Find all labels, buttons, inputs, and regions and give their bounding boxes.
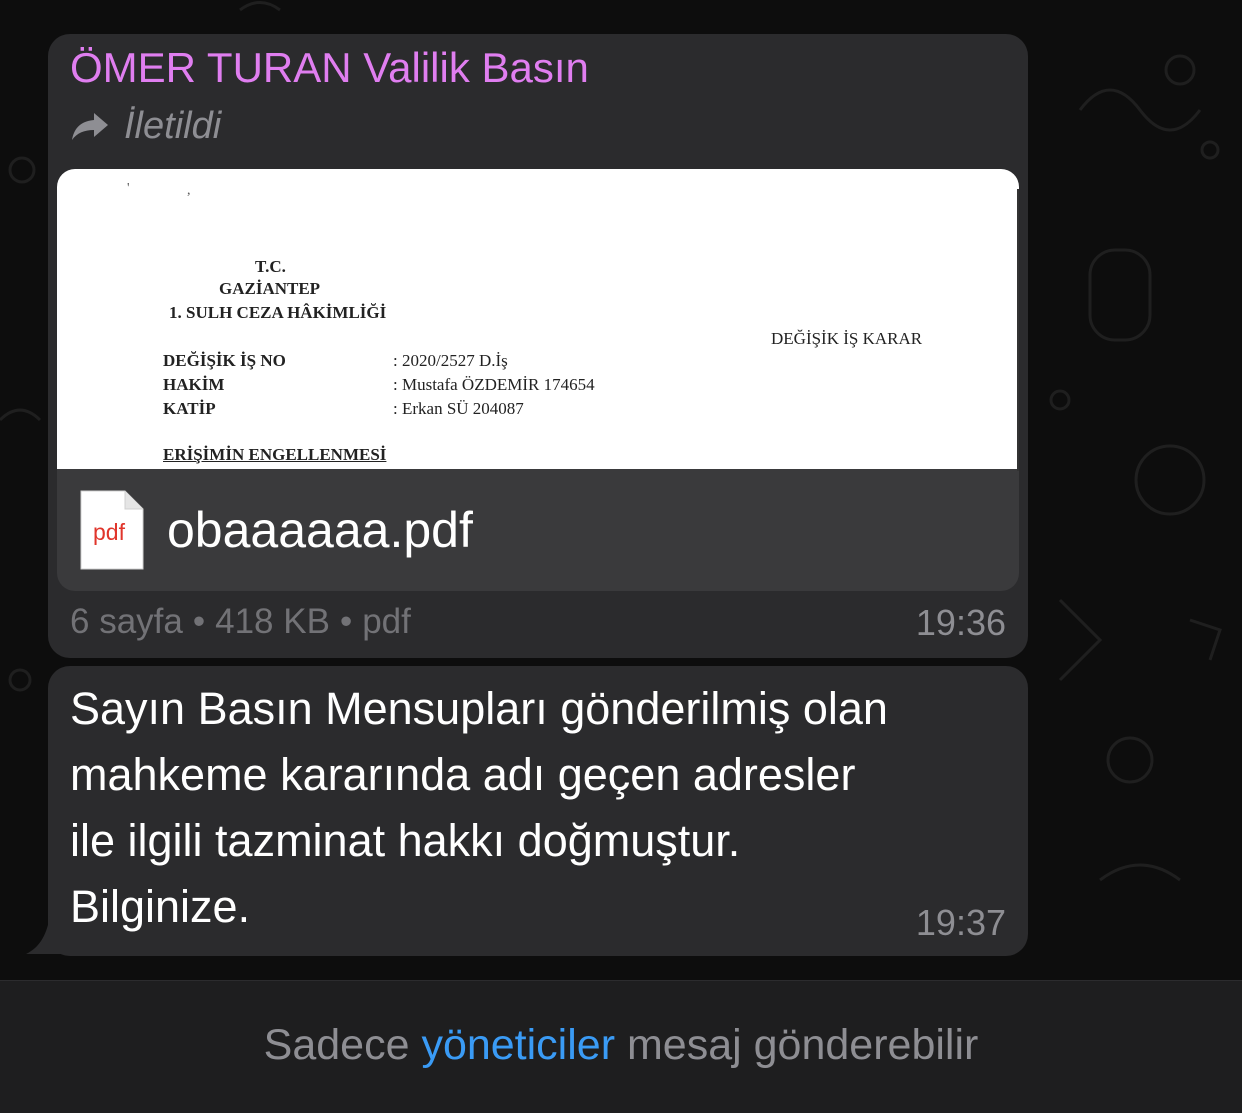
preview-decision-title: DEĞİŞİK İŞ KARAR bbox=[771, 329, 923, 348]
message-body: Sayın Basın Mensupları gönderilmiş olan … bbox=[70, 676, 1010, 940]
message-line: ile ilgili tazminat hakkı doğmuştur. bbox=[70, 815, 741, 866]
admin-only-notice: Sadece yöneticiler mesaj gönderebilir bbox=[0, 1021, 1242, 1070]
notice-prefix: Sadece bbox=[263, 1021, 410, 1069]
file-size: 418 KB bbox=[215, 602, 330, 641]
preview-edge bbox=[1017, 189, 1019, 471]
preview-clerk-value: : Erkan SÜ 204087 bbox=[393, 399, 524, 418]
meta-separator: • bbox=[192, 602, 206, 641]
message-line: mahkeme kararında adı geçen adresler bbox=[70, 749, 856, 800]
page-count: 6 sayfa bbox=[70, 602, 183, 641]
file-type: pdf bbox=[362, 602, 411, 641]
preview-case-no-value: : 2020/2527 D.İş bbox=[393, 351, 508, 370]
document-preview[interactable]: ' , T.C. GAZİANTEP 1. SULH CEZA HÂKİMLİĞ… bbox=[57, 169, 1019, 471]
sender-name[interactable]: ÖMER TURAN Valilik Basın bbox=[70, 44, 589, 92]
forwarded-indicator: İletildi bbox=[70, 104, 221, 148]
preview-tc: T.C. bbox=[255, 257, 286, 276]
meta-separator: • bbox=[339, 602, 353, 641]
document-meta: 6 sayfa • 418 KB • pdf bbox=[70, 602, 411, 642]
message-line: Sayın Basın Mensupları gönderilmiş olan bbox=[70, 683, 888, 734]
pdf-icon-label: pdf bbox=[93, 519, 125, 545]
preview-judge-label: HAKİM bbox=[163, 375, 225, 394]
forwarded-document-message[interactable]: ÖMER TURAN Valilik Basın İletildi ' , T.… bbox=[48, 34, 1028, 658]
text-message[interactable]: Sayın Basın Mensupları gönderilmiş olan … bbox=[48, 666, 1028, 956]
preview-subject: ERİŞİMİN ENGELLENMESİ bbox=[163, 445, 387, 464]
file-name[interactable]: obaaaaaa.pdf bbox=[167, 501, 473, 559]
preview-judge-value: : Mustafa ÖZDEMİR 174654 bbox=[393, 375, 595, 394]
preview-case-no-label: DEĞİŞİK İŞ NO bbox=[163, 351, 286, 370]
message-timestamp: 19:37 bbox=[915, 902, 1006, 943]
document-attachment[interactable]: ' , T.C. GAZİANTEP 1. SULH CEZA HÂKİMLİĞ… bbox=[57, 169, 1019, 591]
forwarded-label: İletildi bbox=[124, 104, 222, 147]
preview-clerk-label: KATİP bbox=[163, 399, 216, 418]
admins-link[interactable]: yöneticiler bbox=[421, 1021, 615, 1069]
preview-city: GAZİANTEP bbox=[219, 279, 321, 298]
bubble-tail bbox=[26, 916, 64, 954]
preview-court: 1. SULH CEZA HÂKİMLİĞİ bbox=[169, 303, 387, 322]
composer-disabled-bar: Sadece yöneticiler mesaj gönderebilir bbox=[0, 980, 1242, 1113]
forward-arrow-icon bbox=[72, 113, 108, 140]
notice-suffix: mesaj gönderebilir bbox=[626, 1021, 979, 1069]
file-info-row[interactable]: pdf obaaaaaa.pdf bbox=[57, 469, 1019, 591]
message-timestamp: 19:36 bbox=[915, 602, 1006, 643]
message-line: Bilginize. bbox=[70, 881, 251, 932]
